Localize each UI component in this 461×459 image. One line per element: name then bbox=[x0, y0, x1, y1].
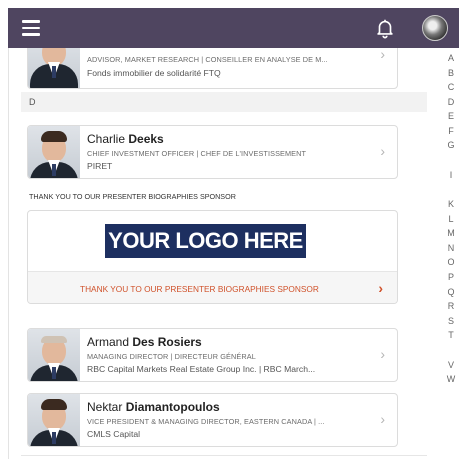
presenter-organization: PIRET bbox=[87, 161, 113, 171]
alphabet-letter[interactable]: S bbox=[443, 316, 459, 326]
alphabet-letter[interactable]: P bbox=[443, 272, 459, 282]
presenter-photo bbox=[28, 48, 80, 88]
presenter-photo bbox=[28, 394, 80, 446]
alphabet-letter[interactable]: V bbox=[443, 360, 459, 370]
alphabet-letter[interactable]: I bbox=[443, 170, 459, 180]
chevron-right-icon: › bbox=[378, 280, 383, 296]
alphabet-letter[interactable]: Q bbox=[443, 287, 459, 297]
presenter-card[interactable]: ADVISOR, MARKET RESEARCH | CONSEILLER EN… bbox=[27, 48, 398, 89]
presenter-card[interactable]: Charlie Deeks CHIEF INVESTMENT OFFICER |… bbox=[27, 125, 398, 179]
divider bbox=[21, 455, 427, 456]
chevron-right-icon: › bbox=[380, 411, 385, 427]
alphabet-letter[interactable]: N bbox=[443, 243, 459, 253]
alphabet-letter[interactable]: R bbox=[443, 301, 459, 311]
presenter-photo bbox=[28, 126, 80, 178]
alphabet-letter[interactable]: E bbox=[443, 111, 459, 121]
presenter-role: MANAGING DIRECTOR | DIRECTEUR GÉNÉRAL bbox=[87, 352, 256, 361]
presenter-name: Charlie Deeks bbox=[87, 132, 164, 146]
alphabet-letter[interactable]: A bbox=[443, 53, 459, 63]
sponsor-link[interactable]: THANK YOU TO OUR PRESENTER BIOGRAPHIES S… bbox=[28, 271, 397, 303]
user-avatar[interactable] bbox=[422, 15, 448, 41]
alphabet-letter[interactable]: B bbox=[443, 68, 459, 78]
alphabet-letter[interactable]: M bbox=[443, 228, 459, 238]
presenter-role: ADVISOR, MARKET RESEARCH | CONSEILLER EN… bbox=[87, 55, 328, 64]
bell-icon[interactable] bbox=[374, 17, 396, 39]
alphabet-letter[interactable]: W bbox=[443, 374, 459, 384]
sponsor-link-text: THANK YOU TO OUR PRESENTER BIOGRAPHIES S… bbox=[80, 284, 319, 294]
presenter-card[interactable]: Nektar Diamantopoulos VICE PRESIDENT & M… bbox=[27, 393, 398, 447]
presenter-name: Nektar Diamantopoulos bbox=[87, 400, 220, 414]
presenter-organization: RBC Capital Markets Real Estate Group In… bbox=[87, 364, 316, 374]
presenter-role: CHIEF INVESTMENT OFFICER | CHEF DE L'INV… bbox=[87, 149, 307, 158]
section-header-d: D bbox=[21, 92, 427, 112]
alphabet-letter[interactable]: L bbox=[443, 214, 459, 224]
top-bar bbox=[8, 8, 459, 48]
presenter-organization: Fonds immobilier de solidarité FTQ bbox=[87, 68, 221, 78]
alphabet-letter[interactable]: C bbox=[443, 82, 459, 92]
sponsor-logo[interactable]: YOUR LOGO HERE bbox=[105, 224, 306, 258]
sponsor-label: THANK YOU TO OUR PRESENTER BIOGRAPHIES S… bbox=[29, 192, 236, 201]
presenter-role: VICE PRESIDENT & MANAGING DIRECTOR, EAST… bbox=[87, 417, 325, 426]
alphabet-letter[interactable]: K bbox=[443, 199, 459, 209]
alphabet-letter[interactable]: T bbox=[443, 330, 459, 340]
presenter-name: Armand Des Rosiers bbox=[87, 335, 202, 349]
presenter-organization: CMLS Capital bbox=[87, 429, 141, 439]
presenter-list[interactable]: ADVISOR, MARKET RESEARCH | CONSEILLER EN… bbox=[8, 48, 438, 459]
presenter-photo bbox=[28, 329, 80, 381]
presenter-card[interactable]: Armand Des Rosiers MANAGING DIRECTOR | D… bbox=[27, 328, 398, 382]
alphabet-letter[interactable]: G bbox=[443, 140, 459, 150]
alphabet-letter[interactable]: O bbox=[443, 257, 459, 267]
alphabet-letter[interactable]: D bbox=[443, 97, 459, 107]
chevron-right-icon: › bbox=[380, 143, 385, 159]
sponsor-banner: YOUR LOGO HERE THANK YOU TO OUR PRESENTE… bbox=[27, 210, 398, 304]
chevron-right-icon: › bbox=[380, 48, 385, 62]
hamburger-menu-icon[interactable] bbox=[22, 20, 40, 36]
chevron-right-icon: › bbox=[380, 346, 385, 362]
alphabet-letter[interactable]: F bbox=[443, 126, 459, 136]
